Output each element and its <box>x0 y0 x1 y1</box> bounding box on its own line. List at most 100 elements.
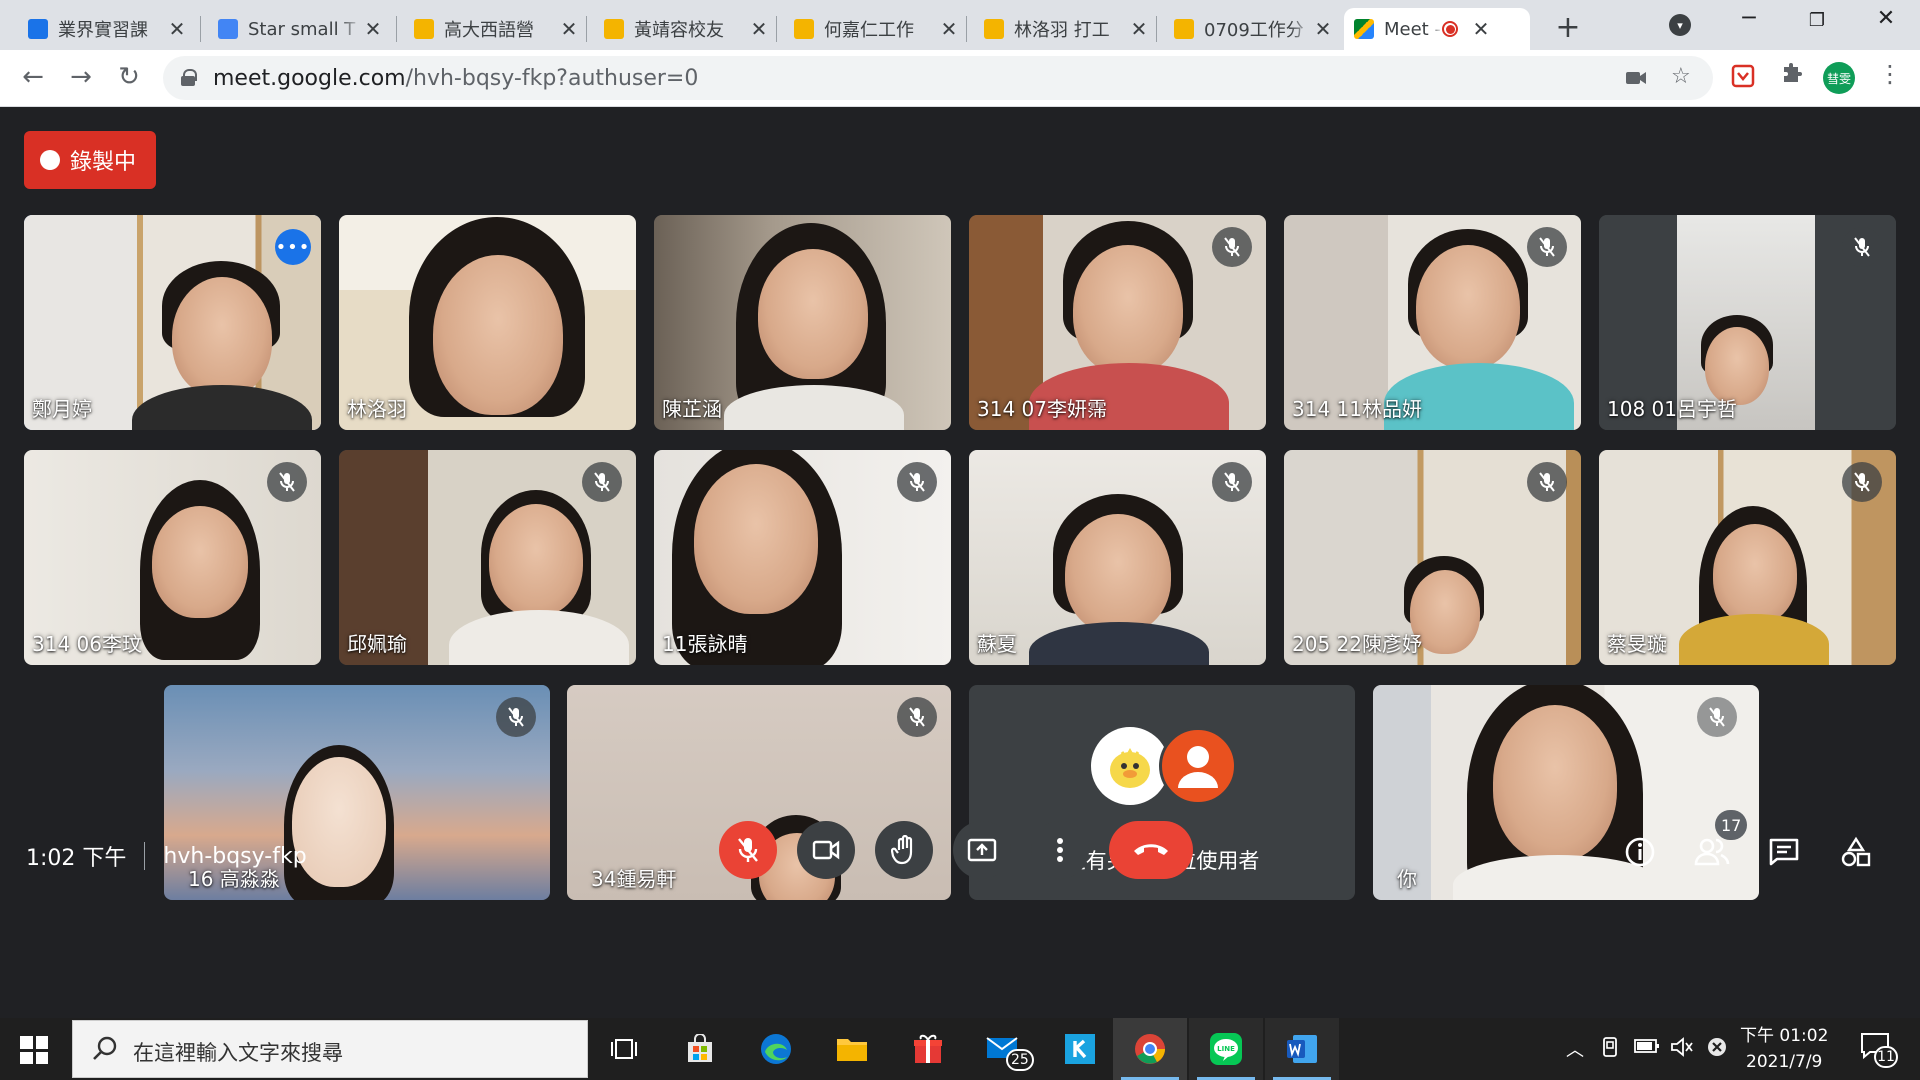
google-slides-icon <box>794 19 814 39</box>
word-taskbar[interactable] <box>1265 1018 1339 1080</box>
url-path: /hvh-bqsy-fkp?authuser=0 <box>405 66 699 91</box>
participant-name: 108 01呂宇哲 <box>1607 397 1737 421</box>
participant-name: 邱姵瑜 <box>347 632 407 656</box>
participant-name: 314 11林品妍 <box>1292 397 1422 421</box>
close-window-button[interactable]: ✕ <box>1866 6 1906 31</box>
windows-start-icon[interactable] <box>20 1036 48 1064</box>
participant-tile[interactable]: 314 11林品妍 <box>1284 215 1581 430</box>
browser-tab[interactable]: Star small T ✕ <box>208 8 394 50</box>
browser-tab-active[interactable]: Meet - ✕ <box>1344 8 1530 50</box>
video-person <box>1493 705 1617 861</box>
close-tab-icon[interactable]: ✕ <box>748 17 770 41</box>
unmute-mic-button[interactable] <box>719 821 777 879</box>
gift-app-icon[interactable] <box>908 1029 948 1069</box>
tab-search-button[interactable]: ▾ <box>1669 14 1691 36</box>
recording-indicator-icon <box>1442 21 1458 37</box>
line-taskbar[interactable]: LINE <box>1189 1018 1263 1080</box>
browser-toolbar: ← → ↻ meet.google.com/hvh-bqsy-fkp?authu… <box>0 50 1920 107</box>
restore-window-button[interactable]: ❐ <box>1797 10 1837 31</box>
more-options-button[interactable] <box>1031 821 1089 879</box>
back-button[interactable]: ← <box>16 62 50 92</box>
microsoft-store-icon[interactable] <box>680 1029 720 1069</box>
minimize-window-button[interactable]: ─ <box>1729 6 1769 31</box>
tab-divider <box>966 16 967 42</box>
meet-stage: 錄製中 ••• 鄭月婷 林洛羽 陳芷涵 314 07李妍霈 314 11林品妍 … <box>0 107 1920 1018</box>
close-tab-icon[interactable]: ✕ <box>1470 17 1492 41</box>
address-bar[interactable]: meet.google.com/hvh-bqsy-fkp?authuser=0 … <box>163 56 1713 100</box>
close-tab-icon[interactable]: ✕ <box>166 17 188 41</box>
participant-tile[interactable]: 205 22陳彥妤 <box>1284 450 1581 665</box>
participant-tile[interactable]: ••• 鄭月婷 <box>24 215 321 430</box>
device-icon[interactable] <box>1600 1036 1620 1063</box>
reload-button[interactable]: ↻ <box>112 62 146 92</box>
video-person <box>152 506 248 618</box>
tab-divider <box>1156 16 1157 42</box>
extension-icon[interactable] <box>1731 63 1755 93</box>
close-tab-icon[interactable]: ✕ <box>1312 17 1334 41</box>
file-explorer-icon[interactable] <box>832 1029 872 1069</box>
meeting-code[interactable]: hvh-bqsy-fkp <box>163 844 306 869</box>
browser-tab[interactable]: 林洛羽 打工 ✕ <box>974 8 1160 50</box>
participant-tile[interactable]: 林洛羽 <box>339 215 636 430</box>
participant-tile[interactable]: 陳芷涵 <box>654 215 951 430</box>
google-docs-icon <box>218 19 238 39</box>
google-slides-icon <box>604 19 624 39</box>
forward-button[interactable]: → <box>64 62 98 92</box>
chrome-menu-icon[interactable]: ⋮ <box>1878 60 1902 88</box>
browser-tab[interactable]: 業界實習課 ✕ <box>18 8 198 50</box>
participant-tile[interactable]: 314 07李妍霈 <box>969 215 1266 430</box>
browser-tab[interactable]: 0709工作分 ✕ <box>1164 8 1344 50</box>
show-hidden-icons-icon[interactable]: ︿ <box>1566 1036 1584 1062</box>
volume-muted-icon[interactable] <box>1670 1036 1694 1063</box>
video-person <box>694 464 818 614</box>
present-screen-button[interactable] <box>953 821 1011 879</box>
video-person <box>1416 245 1520 369</box>
leave-call-button[interactable] <box>1109 821 1193 879</box>
battery-icon[interactable] <box>1634 1038 1660 1059</box>
camera-permission-icon[interactable] <box>1625 68 1647 93</box>
participant-tile[interactable]: 108 01呂宇哲 <box>1599 215 1896 430</box>
chat-button[interactable] <box>1764 832 1804 872</box>
google-slides-icon <box>414 19 434 39</box>
bookmark-star-icon[interactable]: ☆ <box>1671 64 1691 89</box>
browser-tab[interactable]: 高大西語營 ✕ <box>404 8 590 50</box>
more-options-icon[interactable]: ••• <box>275 229 311 265</box>
video-person <box>758 249 868 379</box>
clock-date: 2021/7/9 <box>1746 1052 1823 1072</box>
participant-tile[interactable]: 蘇夏 <box>969 450 1266 665</box>
network-disconnected-icon[interactable] <box>1706 1036 1728 1063</box>
profile-avatar[interactable]: 彗雯 <box>1823 62 1855 94</box>
task-view-icon[interactable] <box>604 1029 644 1069</box>
new-tab-button[interactable]: + <box>1552 10 1584 45</box>
camera-toggle-button[interactable] <box>797 821 855 879</box>
participant-tile[interactable]: 蔡旻璇 <box>1599 450 1896 665</box>
close-tab-icon[interactable]: ✕ <box>558 17 580 41</box>
close-tab-icon[interactable]: ✕ <box>362 17 384 41</box>
recording-badge[interactable]: 錄製中 <box>24 131 157 189</box>
participant-name: 鄭月婷 <box>32 397 92 421</box>
participant-tile[interactable]: 邱姵瑜 <box>339 450 636 665</box>
close-tab-icon[interactable]: ✕ <box>938 17 960 41</box>
close-tab-icon[interactable]: ✕ <box>1128 17 1150 41</box>
activities-button[interactable] <box>1836 832 1876 872</box>
participant-tile[interactable]: 314 06李玟 <box>24 450 321 665</box>
taskbar-search-box[interactable]: 在這裡輸入文字來搜尋 <box>72 1020 588 1078</box>
system-clock[interactable]: 下午 01:02 2021/7/9 <box>1740 1023 1828 1075</box>
notification-center-icon[interactable]: 11 <box>1860 1032 1898 1068</box>
google-slides-icon <box>1174 19 1194 39</box>
meeting-details-button[interactable] <box>1620 832 1660 872</box>
browser-tab[interactable]: 黃靖容校友 ✕ <box>594 8 780 50</box>
kk-app-icon[interactable] <box>1060 1029 1100 1069</box>
participant-name: 你 <box>1397 867 1417 891</box>
windows-taskbar: 在這裡輸入文字來搜尋 25 LINE ︿ 下午 01:02 2021/7/9 1… <box>0 1018 1920 1080</box>
participant-tile[interactable]: 11張詠晴 <box>654 450 951 665</box>
edge-browser-icon[interactable] <box>756 1029 796 1069</box>
video-person <box>1713 524 1797 624</box>
mail-icon[interactable]: 25 <box>984 1029 1034 1071</box>
muted-mic-icon <box>582 462 622 502</box>
video-person <box>433 255 563 415</box>
extensions-puzzle-icon[interactable] <box>1780 62 1804 90</box>
chrome-taskbar-active[interactable] <box>1113 1018 1187 1080</box>
browser-tab[interactable]: 何嘉仁工作 ✕ <box>784 8 970 50</box>
raise-hand-button[interactable] <box>875 821 933 879</box>
